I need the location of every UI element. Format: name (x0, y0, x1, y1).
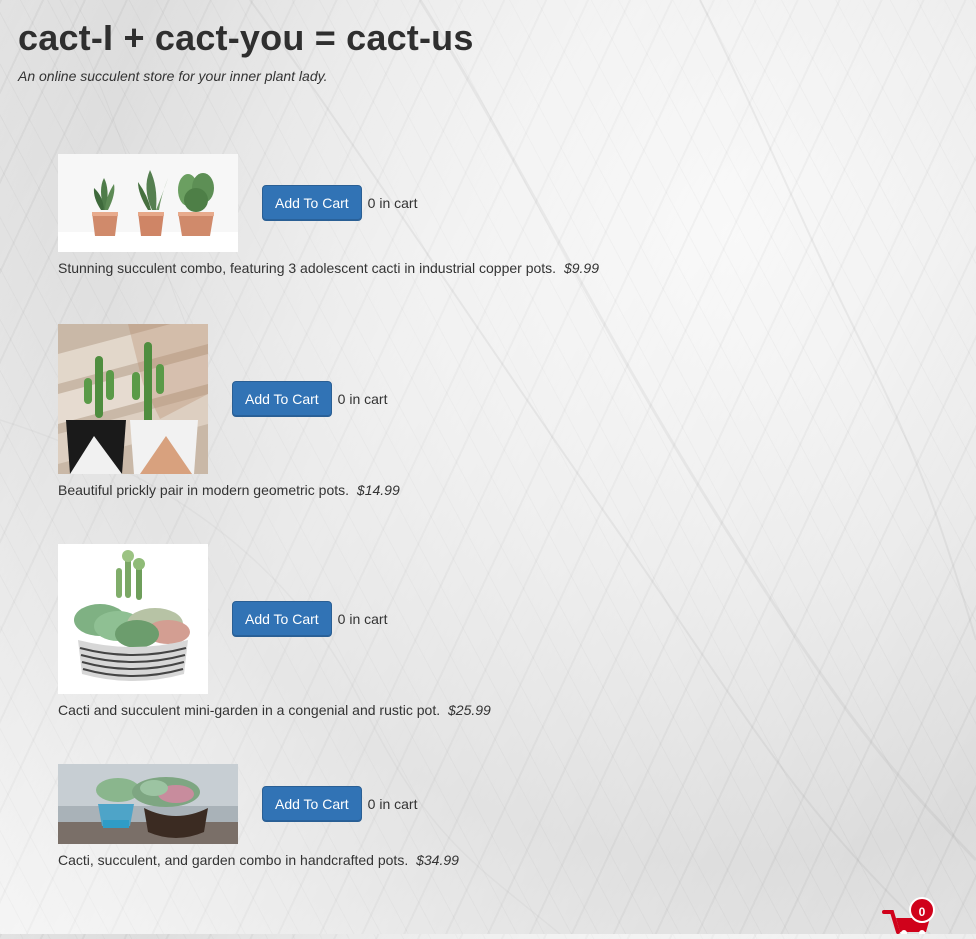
product-item: Add To Cart 0 in cart Cacti, succulent, … (58, 764, 459, 868)
mini-garden-image (58, 544, 208, 694)
in-cart-count: 0 in cart (367, 796, 418, 812)
in-cart-count: 0 in cart (337, 611, 388, 627)
product-row: Add To Cart 0 in cart (58, 544, 491, 694)
product-row: Add To Cart 0 in cart (58, 764, 459, 844)
page-header: cact-I + cact-you = cact-us An online su… (18, 18, 958, 84)
product-item: Add To Cart 0 in cart Cacti and succulen… (58, 544, 491, 718)
product-description-text: Stunning succulent combo, featuring 3 ad… (58, 260, 557, 276)
copper-pot-cacti-image (58, 154, 238, 252)
cart-count-badge: 0 (909, 897, 935, 923)
product-price: $25.99 (448, 702, 491, 718)
product-price: $14.99 (356, 482, 400, 498)
add-to-cart-button[interactable]: Add To Cart (232, 381, 332, 417)
product-row: Add To Cart 0 in cart (58, 324, 400, 474)
shopping-cart-button[interactable]: 0 (882, 892, 942, 936)
add-to-cart-button[interactable]: Add To Cart (262, 185, 362, 221)
product-item: Add To Cart 0 in cart Stunning succulent… (58, 154, 599, 276)
product-item: Add To Cart 0 in cart Beautiful prickly … (58, 324, 400, 498)
product-description: Beautiful prickly pair in modern geometr… (58, 482, 400, 498)
page-title: cact-I + cact-you = cact-us (18, 17, 474, 58)
product-description-text: Cacti and succulent mini-garden in a con… (58, 702, 441, 718)
product-description-text: Cacti, succulent, and garden combo in ha… (58, 852, 409, 868)
handcrafted-pots-image (58, 764, 238, 844)
add-to-cart-button[interactable]: Add To Cart (232, 601, 332, 637)
shopping-cart-icon (882, 910, 942, 938)
product-row: Add To Cart 0 in cart (58, 154, 599, 252)
in-cart-count: 0 in cart (337, 391, 388, 407)
product-price: $34.99 (416, 852, 459, 868)
page-subtitle: An online succulent store for your inner… (18, 67, 328, 84)
product-description: Cacti and succulent mini-garden in a con… (58, 702, 491, 718)
product-description: Cacti, succulent, and garden combo in ha… (58, 852, 459, 868)
geometric-pot-cacti-image (58, 324, 208, 474)
product-price: $9.99 (563, 260, 600, 276)
product-description-text: Beautiful prickly pair in modern geometr… (58, 482, 350, 498)
in-cart-count: 0 in cart (367, 195, 418, 211)
product-description: Stunning succulent combo, featuring 3 ad… (58, 260, 599, 276)
add-to-cart-button[interactable]: Add To Cart (262, 786, 362, 822)
